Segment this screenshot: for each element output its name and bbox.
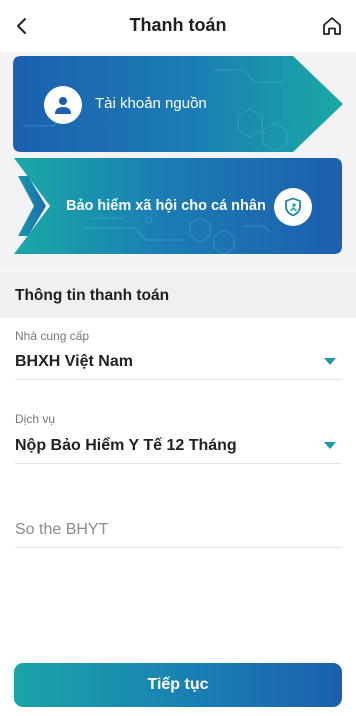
source-account-avatar	[44, 86, 82, 124]
payment-form: Nhà cung cấp BHXH Việt Nam Dịch vụ Nộp B…	[0, 318, 356, 658]
service-field-label: Dịch vụ	[15, 412, 56, 426]
divider	[15, 547, 341, 548]
source-account-card[interactable]: Tài khoản nguồn	[13, 56, 343, 152]
home-icon	[323, 17, 341, 35]
service-card[interactable]: Bảo hiểm xã hội cho cá nhân	[14, 158, 342, 254]
top-app-bar: Thanh toán	[0, 0, 356, 52]
bottom-action-bar: Tiếp tục	[0, 658, 356, 716]
source-account-label: Tài khoản nguồn	[95, 95, 207, 112]
user-icon	[55, 97, 71, 114]
section-title: Thông tin thanh toán	[15, 287, 170, 304]
chevron-down-icon[interactable]	[324, 442, 336, 449]
provider-value: BHXH Việt Nam	[15, 353, 133, 370]
service-badge	[274, 188, 312, 226]
bhyt-placeholder: So the BHYT	[15, 521, 109, 538]
service-value: Nộp Bảo Hiểm Y Tế 12 Tháng	[15, 437, 237, 454]
page-title: Thanh toán	[129, 15, 227, 35]
provider-label: Nhà cung cấp	[15, 329, 90, 343]
continue-button[interactable]: Tiếp tục	[14, 663, 342, 707]
shield-icon	[285, 197, 301, 217]
divider	[15, 379, 341, 380]
chevron-down-icon[interactable]	[324, 358, 336, 365]
home-button[interactable]	[318, 12, 346, 40]
service-label: Bảo hiểm xã hội cho cá nhân	[66, 198, 266, 214]
payment-info-section-header: Thông tin thanh toán	[0, 272, 356, 318]
payment-flow-cards: Tài khoản nguồn Bảo hiểm xã hội cho cá n…	[0, 52, 356, 270]
divider	[15, 463, 341, 464]
